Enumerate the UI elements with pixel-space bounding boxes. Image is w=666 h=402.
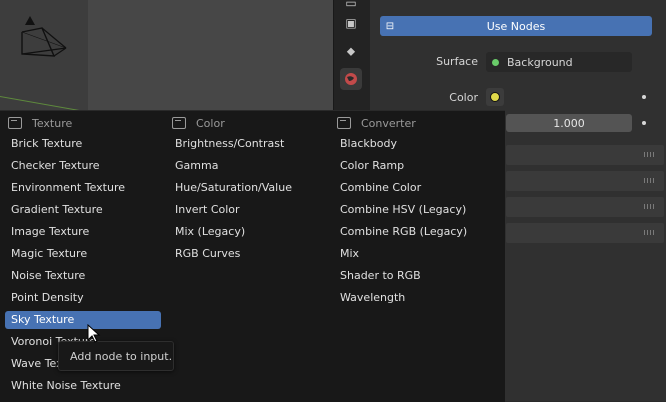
keyframe-dot[interactable] bbox=[642, 121, 646, 125]
panel-row[interactable] bbox=[506, 223, 664, 243]
node-category-icon bbox=[172, 117, 186, 129]
color-socket-dot bbox=[490, 92, 500, 102]
menu-item-magic-texture[interactable]: Magic Texture bbox=[5, 245, 161, 263]
tooltip: Add node to input. bbox=[58, 341, 174, 371]
nodes-icon: ⊟ bbox=[385, 20, 395, 32]
menu-item-white-noise-texture[interactable]: White Noise Texture bbox=[5, 377, 161, 395]
converter-column-header: Converter bbox=[337, 113, 416, 133]
color-column-header: Color bbox=[172, 113, 225, 133]
menu-item-combine-rgb-legacy[interactable]: Combine RGB (Legacy) bbox=[334, 223, 500, 241]
use-nodes-button[interactable]: ⊟ Use Nodes bbox=[380, 16, 652, 36]
texture-column-header: Texture bbox=[8, 113, 72, 133]
output-icon[interactable]: ▣ bbox=[340, 12, 362, 34]
node-category-icon bbox=[8, 117, 22, 129]
menu-item-rgb-curves[interactable]: RGB Curves bbox=[169, 245, 325, 263]
menu-item-color-ramp[interactable]: Color Ramp bbox=[334, 157, 500, 175]
menu-item-mix-legacy[interactable]: Mix (Legacy) bbox=[169, 223, 325, 241]
menu-item-invert-color[interactable]: Invert Color bbox=[169, 201, 325, 219]
menu-item-brick-texture[interactable]: Brick Texture bbox=[5, 135, 161, 153]
menu-item-wavelength[interactable]: Wavelength bbox=[334, 289, 500, 307]
menu-item-mix[interactable]: Mix bbox=[334, 245, 500, 263]
surface-socket-dot bbox=[492, 58, 499, 66]
menu-item-brightness-contrast[interactable]: Brightness/Contrast bbox=[169, 135, 325, 153]
color-label: Color bbox=[449, 91, 478, 104]
menu-item-gradient-texture[interactable]: Gradient Texture bbox=[5, 201, 161, 219]
menu-item-shader-to-rgb[interactable]: Shader to RGB bbox=[334, 267, 500, 285]
menu-item-combine-hsv-legacy[interactable]: Combine HSV (Legacy) bbox=[334, 201, 500, 219]
menu-item-blackbody[interactable]: Blackbody bbox=[334, 135, 500, 153]
menu-item-environment-texture[interactable]: Environment Texture bbox=[5, 179, 161, 197]
camera-icon[interactable] bbox=[14, 14, 74, 74]
scene-icon[interactable]: ⬥ bbox=[340, 40, 362, 62]
drag-handle-icon[interactable] bbox=[644, 152, 656, 157]
surface-field[interactable]: Background bbox=[486, 52, 632, 72]
keyframe-dot[interactable] bbox=[642, 95, 646, 99]
mouse-cursor-icon bbox=[87, 324, 101, 343]
world-icon[interactable] bbox=[340, 68, 362, 90]
menu-item-point-density[interactable]: Point Density bbox=[5, 289, 161, 307]
menu-item-combine-color[interactable]: Combine Color bbox=[334, 179, 500, 197]
surface-label: Surface bbox=[436, 55, 478, 68]
properties-tab-bar: ▭ ▣ ⬥ bbox=[333, 0, 370, 110]
drag-handle-icon[interactable] bbox=[644, 204, 656, 209]
node-category-icon bbox=[337, 117, 351, 129]
drag-handle-icon[interactable] bbox=[644, 230, 656, 235]
menu-item-checker-texture[interactable]: Checker Texture bbox=[5, 157, 161, 175]
panel-row[interactable] bbox=[506, 145, 664, 165]
color-input-socket[interactable] bbox=[486, 88, 504, 106]
strength-field[interactable]: 1.000 bbox=[506, 114, 632, 132]
viewport-background-plane bbox=[88, 0, 333, 110]
panel-row[interactable] bbox=[506, 171, 664, 191]
menu-item-hue-saturation-value[interactable]: Hue/Saturation/Value bbox=[169, 179, 325, 197]
menu-item-image-texture[interactable]: Image Texture bbox=[5, 223, 161, 241]
panel-row[interactable] bbox=[506, 197, 664, 217]
drag-handle-icon[interactable] bbox=[644, 178, 656, 183]
menu-item-gamma[interactable]: Gamma bbox=[169, 157, 325, 175]
menu-item-noise-texture[interactable]: Noise Texture bbox=[5, 267, 161, 285]
3d-viewport[interactable] bbox=[0, 0, 333, 110]
menu-item-sky-texture[interactable]: Sky Texture bbox=[5, 311, 161, 329]
